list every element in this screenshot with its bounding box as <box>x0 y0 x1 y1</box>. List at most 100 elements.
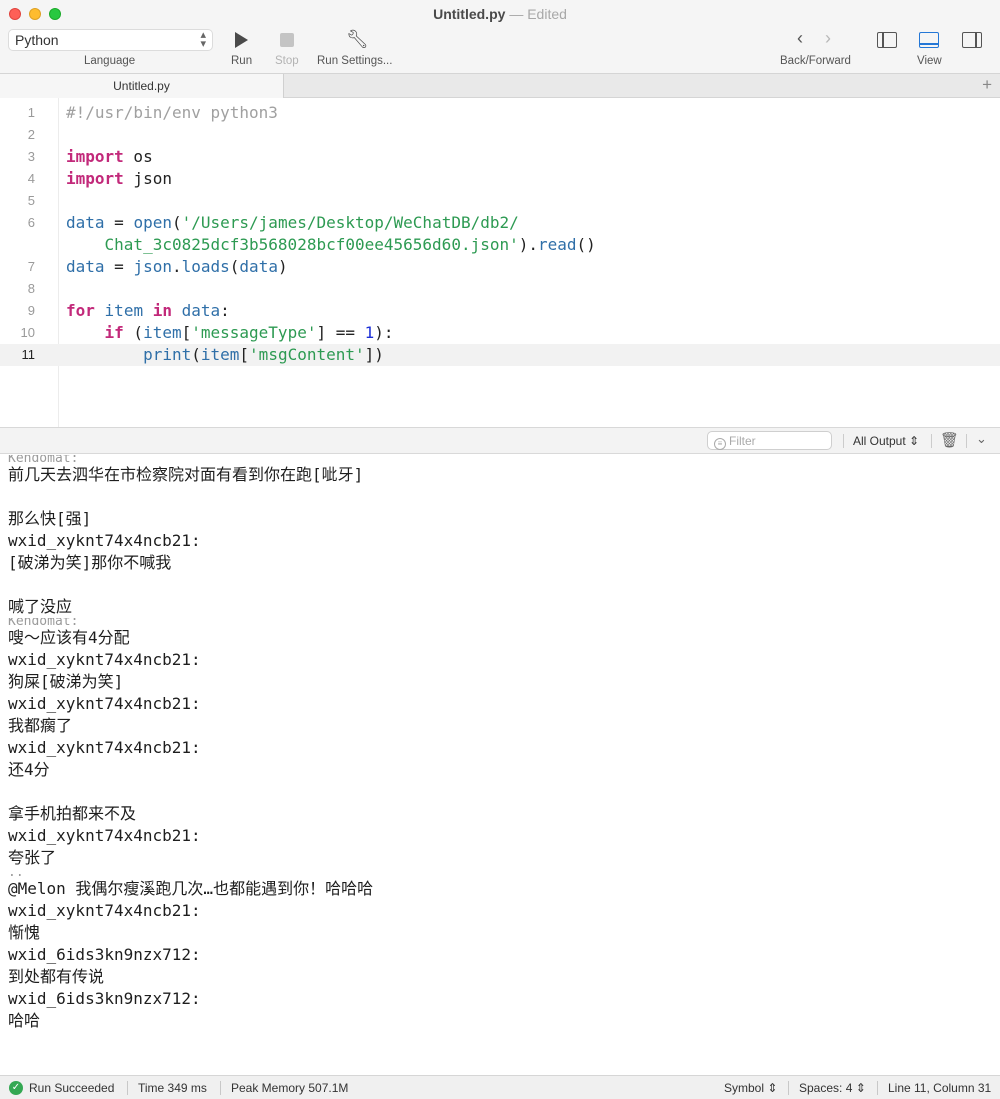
console-output-line: 夸张了 <box>8 848 57 867</box>
language-select[interactable]: Python ▴ ▾ <box>8 29 213 51</box>
console-output-line: wxid_xyknt74x4ncb21: <box>8 531 201 550</box>
code-token: import <box>66 147 124 166</box>
code-line[interactable]: 11 print(item['msgContent']) <box>0 344 1000 366</box>
line-number: 8 <box>27 281 35 296</box>
code-line-text: Chat_3c0825dcf3b568028bcf00ee45656d60.js… <box>66 234 596 256</box>
code-line[interactable]: Chat_3c0825dcf3b568028bcf00ee45656d60.js… <box>0 234 1000 256</box>
add-tab-plus-icon[interactable]: + <box>982 75 992 95</box>
console-output-line: 我都瘸了 <box>8 716 73 735</box>
window-title: Untitled.py — Edited <box>0 6 1000 22</box>
console-output-line: Kendomat: <box>8 455 78 462</box>
code-token: ) <box>277 257 288 276</box>
syntax-select[interactable]: Symbol ⇕ <box>724 1081 777 1095</box>
back-chevron-icon[interactable]: ‹ <box>797 28 803 49</box>
chevron-down-icon[interactable]: ⌄ <box>976 431 987 447</box>
code-line-text: import json <box>66 168 172 190</box>
output-filter-field[interactable]: ≡ Filter <box>707 431 832 450</box>
output-toolbar: ≡ Filter All Output ⇕ 🗑︎ ⌄ <box>0 428 1000 454</box>
code-line-text: data = open('/Users/james/Desktop/WeChat… <box>66 212 519 234</box>
window-title-separator: — <box>509 6 524 22</box>
stop-square-icon[interactable] <box>280 33 294 47</box>
run-play-icon[interactable] <box>235 32 248 48</box>
chevron-updown-icon: ▴ ▾ <box>200 29 206 50</box>
code-token: () <box>576 235 596 254</box>
status-bar: ✓ Run Succeeded Time 349 ms Peak Memory … <box>0 1075 1000 1099</box>
code-token: ]) <box>364 345 384 364</box>
console-output-line: 拿手机拍都来不及 <box>8 804 137 823</box>
back-forward-label: Back/Forward <box>780 55 851 67</box>
checkmark-success-icon: ✓ <box>9 1081 23 1095</box>
line-number: 11 <box>21 347 36 362</box>
console-output-line: wxid_xyknt74x4ncb21: <box>8 738 201 757</box>
filter-icon: ≡ <box>714 438 726 450</box>
console-output-line: .. <box>8 869 24 876</box>
code-token: loads <box>181 257 230 276</box>
run-settings-button-label[interactable]: Run Settings... <box>317 55 392 67</box>
line-number: 4 <box>27 171 35 186</box>
code-line-text: import os <box>66 146 153 168</box>
forward-chevron-icon[interactable]: › <box>825 28 831 49</box>
code-line[interactable]: 2 <box>0 124 1000 146</box>
right-sidebar-view-icon[interactable] <box>962 32 982 48</box>
output-type-select[interactable]: All Output ⇕ <box>853 434 919 448</box>
line-number: 10 <box>20 325 35 340</box>
console-output-line: wxid_xyknt74x4ncb21: <box>8 650 201 669</box>
console-output-line: 狗屎[破涕为笑] <box>8 672 124 691</box>
chevron-updown-icon: ⇕ <box>767 1081 778 1095</box>
code-token: = <box>104 257 134 276</box>
code-token: item <box>104 301 144 320</box>
code-token: import <box>66 169 124 188</box>
tab-bar: Untitled.py + <box>0 73 1000 98</box>
syntax-select-value: Symbol <box>724 1081 765 1095</box>
wrench-icon[interactable]: 🔧︎ <box>346 29 369 50</box>
output-filter-placeholder: Filter <box>729 434 756 448</box>
code-token: [ <box>239 345 250 364</box>
console-output-line: 那么快[强] <box>8 509 92 528</box>
left-sidebar-view-icon[interactable] <box>877 32 897 48</box>
code-line[interactable]: 5 <box>0 190 1000 212</box>
code-line[interactable]: 10 if (item['messageType'] == 1): <box>0 322 1000 344</box>
indent-select[interactable]: Spaces: 4 ⇕ <box>799 1081 866 1095</box>
code-editor[interactable]: 1 #!/usr/bin/env python3 2 3 import os 4 impor… <box>0 98 1000 428</box>
run-button-label[interactable]: Run <box>231 55 252 67</box>
language-select-value: Python <box>15 32 59 48</box>
code-token: ( <box>123 323 144 342</box>
code-line[interactable]: 4 import json <box>0 168 1000 190</box>
bottom-panel-view-icon[interactable] <box>919 32 939 48</box>
code-line[interactable]: 6 data = open('/Users/james/Desktop/WeCha… <box>0 212 1000 234</box>
console-output[interactable]: Kendomat: 前几天去泗华在市检察院对面有看到你在跑[呲牙] 那么快[强] wx… <box>0 455 1000 1075</box>
divider <box>220 1081 221 1095</box>
code-token: data <box>181 301 221 320</box>
code-token: open <box>133 213 172 232</box>
line-number: 2 <box>27 127 35 142</box>
stop-button-label[interactable]: Stop <box>275 55 299 67</box>
code-line-text: for item in data: <box>66 300 230 322</box>
code-line-text: #!/usr/bin/env python3 <box>66 102 278 124</box>
code-token: os <box>123 147 153 166</box>
code-token: ): <box>374 323 394 342</box>
trash-icon[interactable]: 🗑︎ <box>940 431 959 449</box>
console-output-line: 哈哈 <box>8 1011 41 1030</box>
code-token: item <box>143 323 182 342</box>
console-output-line: @Melon 我偶尔瘦溪跑几次…也都能遇到你！哈哈哈 <box>8 879 374 898</box>
code-line[interactable]: 8 <box>0 278 1000 300</box>
code-token: . <box>171 257 182 276</box>
code-token: #!/usr/bin/env python3 <box>66 103 278 122</box>
code-token: 1 <box>364 323 375 342</box>
code-token: data <box>66 213 105 232</box>
language-label: Language <box>84 55 136 67</box>
divider <box>931 434 932 448</box>
code-line[interactable]: 7 data = json.loads(data) <box>0 256 1000 278</box>
code-line[interactable]: 9 for item in data: <box>0 300 1000 322</box>
code-line[interactable]: 1 #!/usr/bin/env python3 <box>0 102 1000 124</box>
chevron-updown-icon: ⇕ <box>855 1081 866 1095</box>
code-line[interactable]: 3 import os <box>0 146 1000 168</box>
divider <box>877 1081 878 1095</box>
tab-untitled-py[interactable]: Untitled.py <box>0 74 284 98</box>
console-output-line: wxid_xyknt74x4ncb21: <box>8 901 201 920</box>
console-output-line: wxid_xyknt74x4ncb21: <box>8 694 201 713</box>
code-token: : <box>220 301 230 320</box>
